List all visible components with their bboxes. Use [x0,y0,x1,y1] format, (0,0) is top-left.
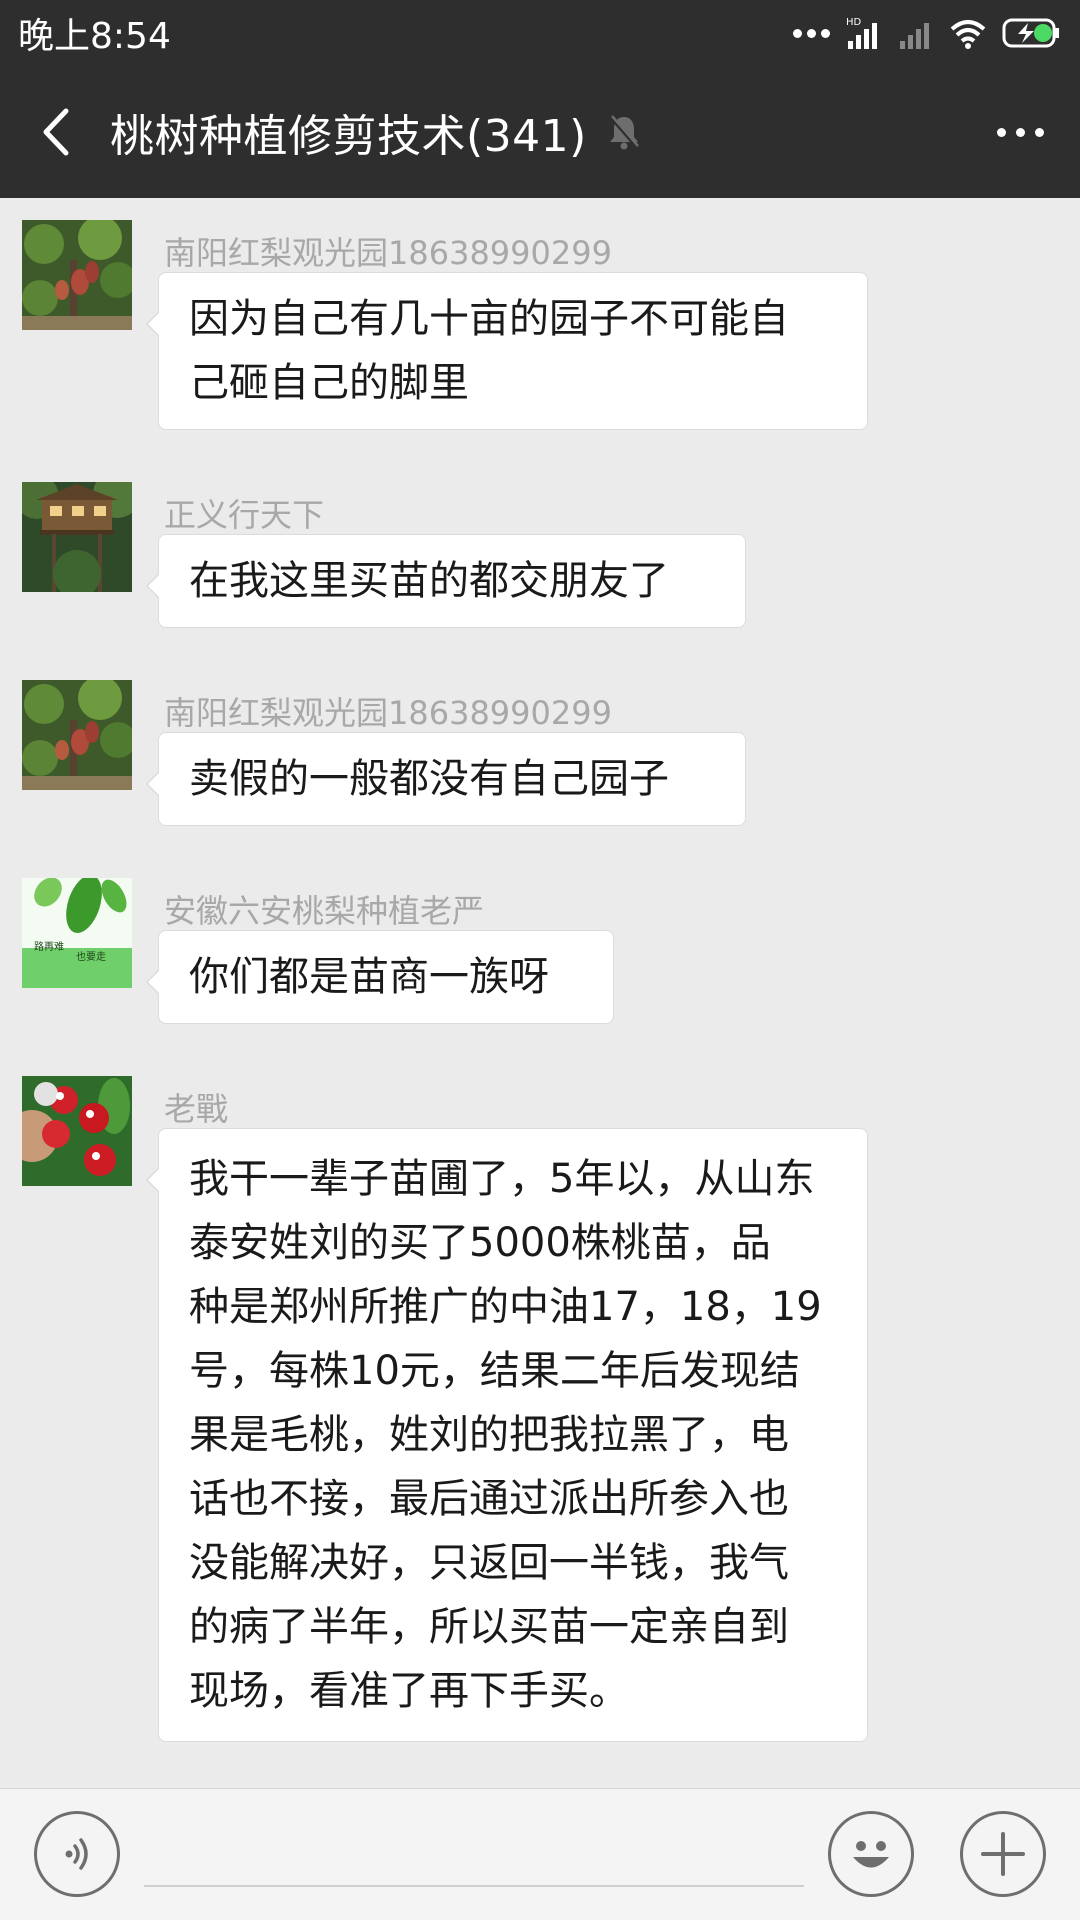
pear-tree-avatar [22,220,132,330]
message-line: 果是毛桃，姓刘的把我拉黑了，电 [189,1412,789,1458]
pear-tree-avatar [22,680,132,790]
battery-charging-icon [1002,18,1059,48]
voice-button[interactable] [34,1811,120,1897]
treehouse-avatar [22,482,132,592]
message-line: 话也不接，最后通过派出所参入也 [189,1476,789,1522]
mute-bell-icon [607,113,641,151]
message-bubble[interactable]: 卖假的一般都没有自己园子 [146,732,746,826]
emoji-icon [853,1841,889,1868]
message-line: 现场，看准了再下手买。 [189,1668,629,1714]
message-input[interactable] [144,1819,804,1887]
message-line: 己砸自己的脚里 [189,360,469,406]
sender-name: 安徽六安桃梨种植老严 [164,892,485,930]
message-line: 因为自己有几十亩的园子不可能自 [189,296,789,342]
back-arrow-icon [43,108,69,156]
message-line: 在我这里买苗的都交朋友了 [189,558,669,604]
plus-button[interactable] [960,1811,1046,1897]
message-bubble[interactable]: 我干一辈子苗圃了，5年以，从山东 泰安姓刘的买了5000株桃苗，品 种是郑州所推… [146,1128,868,1742]
sender-avatar[interactable] [22,680,132,790]
sender-avatar[interactable] [22,1076,132,1186]
voice-icon [65,1838,88,1870]
more-options-button[interactable] [997,66,1044,198]
avatar-caption-2: 也要走 [76,950,106,963]
hd-signal-icon: HD [846,17,877,49]
hd-label: HD [846,17,862,28]
message-line: 种是郑州所推广的中油17，18，19 [189,1284,822,1330]
message-bubble[interactable]: 你们都是苗商一族呀 [146,930,614,1024]
back-button[interactable] [0,66,110,198]
green-leaf-avatar: 路再难 也要走 [22,878,132,988]
sender-avatar[interactable]: 路再难 也要走 [22,878,132,988]
message-line: 我干一辈子苗圃了，5年以，从山东 [189,1156,815,1202]
sender-name: 正义行天下 [164,496,325,534]
signal-icon [900,23,929,49]
message-line: 泰安姓刘的买了5000株桃苗，品 [189,1220,771,1266]
message-line: 没能解决好，只返回一半钱，我气 [189,1540,789,1586]
avatar-caption-1: 路再难 [34,940,64,953]
wifi-icon [950,20,986,49]
emoji-button[interactable] [828,1811,914,1897]
sender-name: 南阳红梨观光园18638990299 [164,234,612,272]
message-bubble[interactable]: 因为自己有几十亩的园子不可能自 己砸自己的脚里 [146,272,868,430]
chat-input-bar [0,1788,1080,1920]
more-options-icon [997,127,1006,137]
status-icons: HD [793,15,1062,51]
status-time: 晚上8:54 [18,16,171,57]
chat-title: 桃树种植修剪技术(341) [110,111,587,162]
sender-name: 老戰 [164,1090,229,1128]
message-line: 你们都是苗商一族呀 [189,954,549,1000]
cherries-avatar [22,1076,132,1186]
plus-icon [981,1832,1025,1876]
chat-header: 桃树种植修剪技术(341) [0,66,1080,198]
message-line: 的病了半年，所以买苗一定亲自到 [189,1604,789,1650]
message-line: 号，每株10元，结果二年后发现结 [189,1348,800,1394]
more-dots-icon [793,28,830,38]
sender-avatar[interactable] [22,482,132,592]
message-line: 卖假的一般都没有自己园子 [189,756,669,802]
sender-avatar[interactable] [22,220,132,330]
sender-name: 南阳红梨观光园18638990299 [164,694,612,732]
status-bar: 晚上8:54 HD [0,0,1080,66]
message-bubble[interactable]: 在我这里买苗的都交朋友了 [146,534,746,628]
